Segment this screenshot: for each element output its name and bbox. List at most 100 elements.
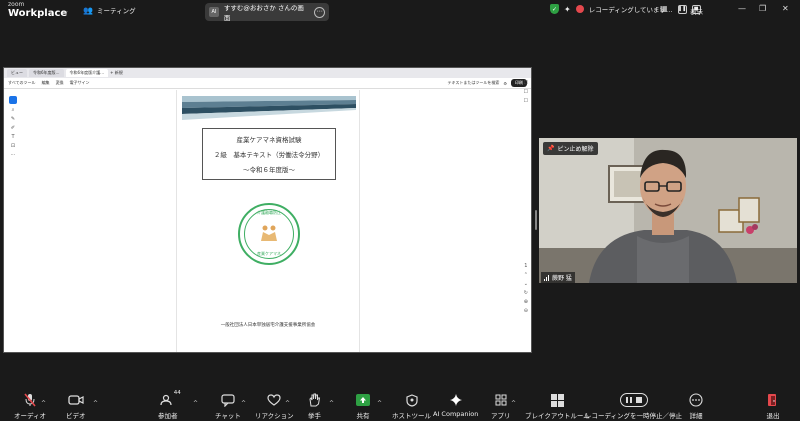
chat-button[interactable]: チャット: [215, 392, 241, 421]
audio-label: オーディオ: [14, 412, 47, 420]
reaction-heart-icon: [267, 394, 281, 406]
pdf-menu-item[interactable]: 変換: [56, 80, 64, 86]
grid-view-icon[interactable]: ▦: [660, 4, 668, 13]
audio-options-icon[interactable]: ^: [41, 400, 46, 407]
people-icon: 👥: [83, 5, 93, 15]
reactions-options-icon[interactable]: ^: [285, 400, 290, 407]
share-button[interactable]: 共有: [356, 392, 370, 421]
zoom-window: zoom Workplace ⌄ 👥 ミーティング AI すすむ@おおさか さん…: [0, 0, 800, 421]
host-shield-icon: [405, 393, 418, 407]
page-number-icon[interactable]: 1: [524, 263, 527, 269]
breakout-grid-icon: [550, 393, 564, 407]
browser-tab-active[interactable]: 令和6年度版介護…: [65, 69, 109, 77]
browser-tabs: ビュー 令和6年度版… 令和6年度版介護… + 新規: [4, 68, 531, 78]
page-down-icon[interactable]: ⌄: [524, 281, 528, 287]
zoom-in-icon[interactable]: ⊕: [524, 299, 528, 305]
breakout-rooms-button[interactable]: ブレイクアウトルーム: [525, 392, 590, 421]
screen-share-banner[interactable]: AI すすむ@おおさか さんの画面 ⋯: [205, 3, 329, 22]
share-banner-text: すすむ@おおさか さんの画面: [223, 4, 304, 22]
leave-door-icon: [768, 394, 776, 406]
pen-tool-icon[interactable]: ✎: [11, 116, 15, 122]
pdf-search-field[interactable]: テキストまたはツールを検索: [448, 80, 500, 86]
chat-options-icon[interactable]: ^: [241, 400, 246, 407]
apps-icon: [495, 394, 507, 406]
pdf-menu-item[interactable]: すべてのツール: [8, 80, 36, 86]
video-button[interactable]: ビデオ: [66, 392, 86, 421]
participant-video[interactable]: [539, 138, 797, 283]
zoom-tool-icon[interactable]: ⌕: [12, 107, 15, 113]
restore-icon[interactable]: ❐: [759, 4, 766, 13]
share-options-icon[interactable]: ^: [377, 400, 382, 407]
camera-icon: [68, 395, 84, 405]
raise-hand-options-icon[interactable]: ^: [329, 400, 334, 407]
zoom-out-icon[interactable]: ⊖: [524, 308, 528, 314]
ai-companion-label: AI Companion: [433, 410, 479, 418]
apps-label: アプリ: [491, 412, 511, 420]
recording-dot-icon: [575, 5, 584, 13]
rotate-icon[interactable]: ↻: [524, 290, 528, 296]
recording-label: レコーディングを一時停止／停止: [585, 412, 683, 420]
leave-label: 退出: [766, 412, 780, 420]
doc-title-line: 産業ケアマネ資格試験: [236, 136, 302, 145]
recording-pause-stop-icon: [619, 393, 648, 407]
care-manager-seal-logo: 介護離職防止 産業ケアマネ: [238, 203, 300, 265]
status-area: ✓ ✦ レコーディングしています… ❚❚ ■: [550, 4, 701, 14]
seal-text-top: 介護離職防止: [257, 210, 281, 215]
meeting-info-button[interactable]: 👥 ミーティング: [83, 5, 136, 16]
browser-tab[interactable]: ビュー: [7, 69, 27, 77]
chat-label: チャット: [215, 412, 241, 420]
participants-label: 参加者: [158, 412, 178, 420]
more-button[interactable]: 詳細: [689, 392, 703, 421]
mic-muted-icon: [24, 393, 36, 407]
pdf-menu-item[interactable]: 編集: [42, 80, 50, 86]
browser-tab[interactable]: 令和6年度版…: [29, 69, 64, 77]
zoom-logo: zoom Workplace: [8, 2, 67, 19]
share-screen-icon: [356, 394, 370, 406]
shared-screen[interactable]: ビュー 令和6年度版… 令和6年度版介護… + 新規 すべてのツール 編集 変換…: [3, 67, 532, 353]
pause-recording-icon[interactable]: ❚❚: [677, 4, 687, 14]
publisher-text: 一般社団法人日本単独居宅介護支援事業所協会: [220, 323, 316, 328]
apps-options-icon[interactable]: ^: [511, 400, 516, 407]
raise-hand-icon: [309, 393, 321, 407]
meeting-label: ミーティング: [96, 7, 136, 15]
video-label: ビデオ: [66, 412, 86, 420]
apps-button[interactable]: アプリ: [491, 392, 511, 421]
text-tool-icon[interactable]: T: [11, 134, 14, 140]
more-icon[interactable]: ⋯: [314, 6, 325, 18]
stamp-tool-icon[interactable]: ⊡: [11, 143, 15, 149]
page-up-icon[interactable]: ⌃: [524, 272, 528, 278]
unpin-button[interactable]: 📌 ピン止め解除: [543, 142, 598, 155]
more-tools-icon[interactable]: ⋯: [11, 152, 16, 158]
participants-button[interactable]: 44 参加者: [158, 390, 181, 421]
close-icon[interactable]: ✕: [782, 4, 789, 13]
comment-icon[interactable]: ☐: [524, 80, 528, 86]
bookmark-icon[interactable]: ☐: [524, 89, 528, 95]
resize-handle[interactable]: [535, 210, 537, 230]
security-shield-icon[interactable]: ✓: [550, 4, 559, 14]
ai-companion-button[interactable]: AI Companion: [433, 392, 478, 421]
view-menu-button[interactable]: 表示: [690, 6, 703, 16]
pdf-menu-item[interactable]: 電子サイン: [70, 80, 90, 86]
document-title-box: 産業ケアマネ資格試験 ２級 基本テキスト（労働法令分野） 〜令和６年度版〜: [202, 128, 336, 180]
host-tools-button[interactable]: ホストツール: [392, 392, 431, 421]
attach-icon[interactable]: ☐: [524, 98, 528, 104]
participants-options-icon[interactable]: ^: [193, 400, 198, 407]
recording-controls-button[interactable]: レコーディングを一時停止／停止: [585, 392, 682, 421]
video-options-icon[interactable]: ^: [93, 400, 98, 407]
settings-icon[interactable]: ⚙: [503, 81, 507, 86]
minimize-icon[interactable]: —: [738, 4, 746, 13]
highlight-tool-icon[interactable]: ✐: [11, 125, 15, 131]
new-tab-button[interactable]: + 新規: [110, 70, 123, 76]
pin-icon: 📌: [547, 145, 555, 152]
pdf-toolbar: すべてのツール 編集 変換 電子サイン テキストまたはツールを検索 ⚙ 印刷: [4, 78, 531, 89]
chevron-down-icon[interactable]: ⌄: [63, 7, 69, 15]
sparkle-icon[interactable]: ✦: [564, 5, 571, 14]
select-tool-icon[interactable]: [9, 96, 17, 104]
doc-title-line: 〜令和６年度版〜: [243, 165, 295, 174]
raise-hand-button[interactable]: 挙手: [308, 392, 321, 421]
title-bar: zoom Workplace ⌄ 👥 ミーティング AI すすむ@おおさか さん…: [0, 0, 800, 24]
raise-hand-label: 挙手: [308, 412, 321, 420]
participants-count: 44: [173, 390, 181, 396]
pdf-right-tools: ☐ ☐ ☐: [524, 80, 528, 104]
leave-button[interactable]: 退出: [766, 392, 780, 421]
